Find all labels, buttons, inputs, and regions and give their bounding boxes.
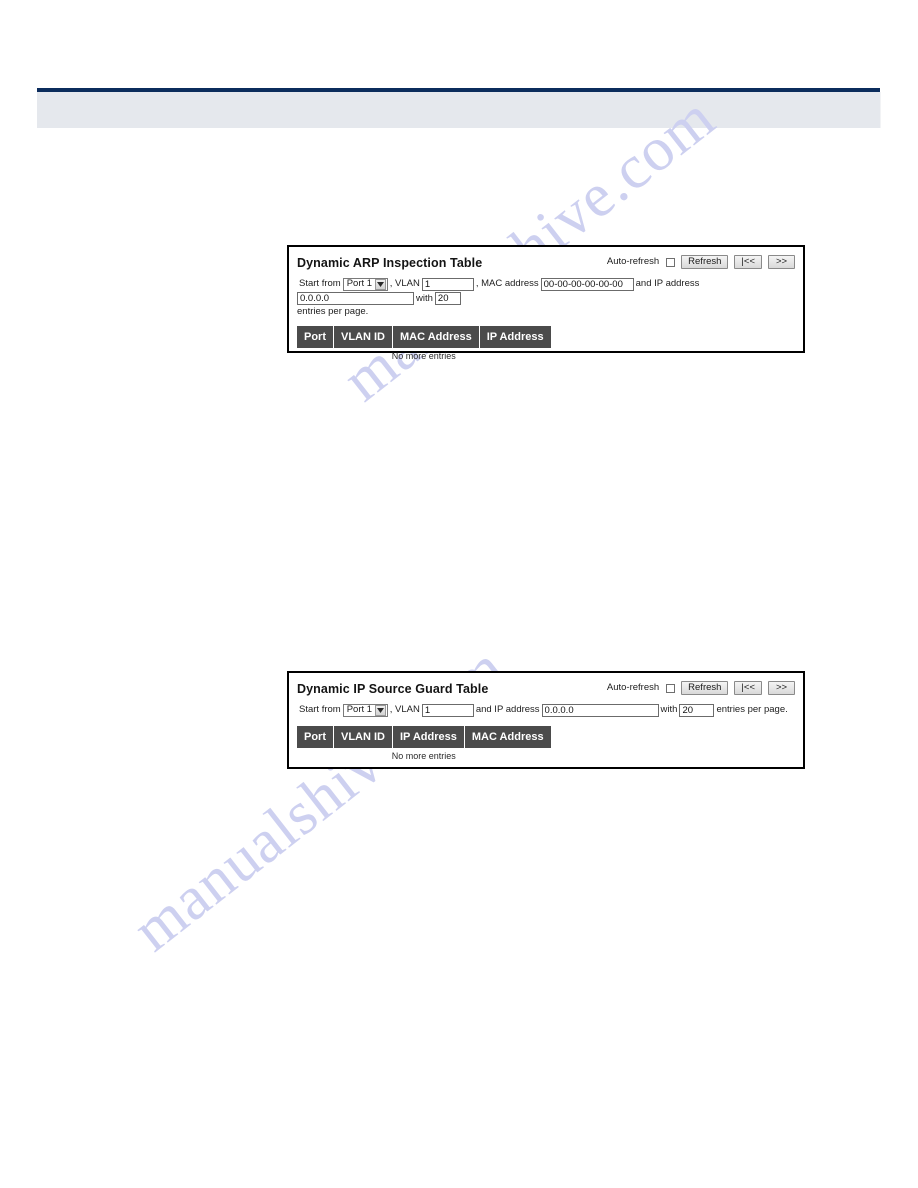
autorefresh-label-ipsg: Auto-refresh xyxy=(606,682,660,693)
panel-controls-arp: Auto-refresh Refresh |<< >> xyxy=(607,255,795,269)
panel-controls-ipsg: Auto-refresh Refresh |<< >> xyxy=(607,681,795,695)
vlan-label-ipsg: , VLAN xyxy=(389,704,420,715)
start-port-select-arp[interactable]: Port 1 xyxy=(342,277,388,291)
column-header-vlan-id[interactable]: VLAN ID xyxy=(333,725,393,748)
start-port-value-arp: Port 1 xyxy=(346,278,373,289)
column-header-mac-address[interactable]: MAC Address xyxy=(392,326,480,349)
with-label-ipsg: with xyxy=(660,704,678,715)
column-header-vlan-id[interactable]: VLAN ID xyxy=(333,326,393,349)
entries-per-page-input-arp[interactable] xyxy=(434,292,461,306)
chevron-down-icon xyxy=(374,278,386,290)
page-title xyxy=(37,92,880,100)
refresh-button-arp[interactable]: Refresh xyxy=(681,255,729,269)
chevron-down-icon xyxy=(374,704,386,716)
ip-address-input-ipsg[interactable] xyxy=(541,703,659,717)
start-from-label-ipsg: Start from xyxy=(299,704,341,715)
next-page-button-arp[interactable]: >> xyxy=(768,255,795,269)
start-port-value-ipsg: Port 1 xyxy=(346,704,373,715)
next-page-button-ipsg[interactable]: >> xyxy=(768,681,795,695)
header-band xyxy=(37,92,881,128)
column-header-port[interactable]: Port xyxy=(297,326,334,349)
table-header-row-ipsg: Port VLAN ID IP Address MAC Address xyxy=(297,725,551,748)
table-empty-row-ipsg: No more entries xyxy=(297,748,551,761)
dynamic-ip-source-guard-panel: Dynamic IP Source Guard Table Auto-refre… xyxy=(287,671,805,769)
ip-source-guard-table: Port VLAN ID IP Address MAC Address No m… xyxy=(297,725,551,761)
entries-suffix-ipsg: entries per page. xyxy=(716,704,788,715)
vlan-label-arp: , VLAN xyxy=(389,278,420,289)
refresh-button-ipsg[interactable]: Refresh xyxy=(681,681,729,695)
mac-label-arp: , MAC address xyxy=(475,278,539,289)
page-header xyxy=(37,88,881,128)
vlan-input-arp[interactable] xyxy=(421,277,474,291)
filter-row-arp: Start from Port 1 , VLAN , MAC address and I… xyxy=(297,277,793,318)
entries-per-page-input-ipsg[interactable] xyxy=(679,703,715,717)
ip-label-ipsg: and IP address xyxy=(475,704,540,715)
ip-label-arp: and IP address xyxy=(635,278,700,289)
column-header-mac-address[interactable]: MAC Address xyxy=(464,725,551,748)
first-page-button-ipsg[interactable]: |<< xyxy=(734,681,762,695)
no-more-entries-text-arp: No more entries xyxy=(391,351,456,362)
column-header-ip-address[interactable]: IP Address xyxy=(479,326,551,349)
vlan-input-ipsg[interactable] xyxy=(421,703,474,717)
start-from-label-arp: Start from xyxy=(299,278,341,289)
start-port-select-ipsg[interactable]: Port 1 xyxy=(342,703,388,717)
ip-address-input-arp[interactable] xyxy=(297,292,414,306)
entries-suffix-arp: entries per page. xyxy=(297,306,369,318)
column-header-ip-address[interactable]: IP Address xyxy=(392,725,465,748)
autorefresh-label-arp: Auto-refresh xyxy=(606,256,660,267)
mac-address-input-arp[interactable] xyxy=(540,277,634,291)
dynamic-arp-inspection-panel: Dynamic ARP Inspection Table Auto-refres… xyxy=(287,245,805,361)
table-empty-row-arp: No more entries xyxy=(297,348,551,361)
filter-row-ipsg: Start from Port 1 , VLAN and IP address with… xyxy=(297,703,793,718)
no-more-entries-text-ipsg: No more entries xyxy=(391,750,456,761)
autorefresh-checkbox-ipsg[interactable] xyxy=(666,683,676,693)
arp-inspection-table: Port VLAN ID MAC Address IP Address No m… xyxy=(297,326,551,361)
table-header-row-arp: Port VLAN ID MAC Address IP Address xyxy=(297,326,551,349)
column-header-port[interactable]: Port xyxy=(297,725,334,748)
with-label-arp: with xyxy=(416,292,433,304)
first-page-button-arp[interactable]: |<< xyxy=(734,255,762,269)
autorefresh-checkbox-arp[interactable] xyxy=(666,257,676,267)
